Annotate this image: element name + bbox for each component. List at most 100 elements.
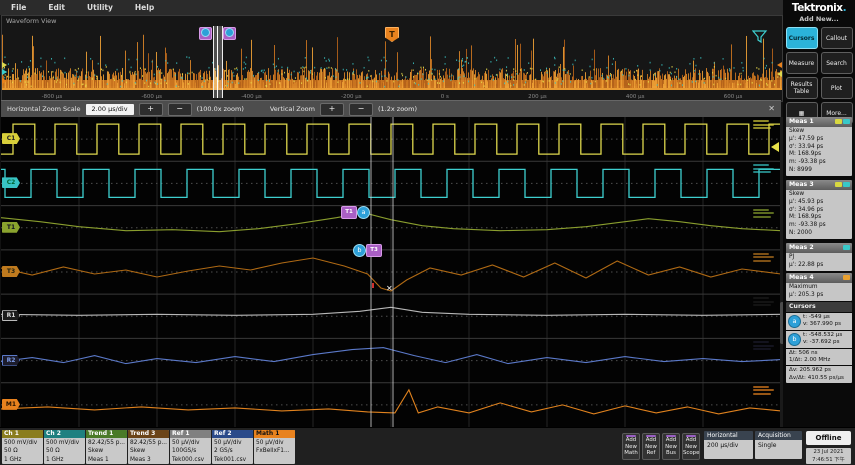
add-results-table-button[interactable]: Results Table (785, 77, 818, 99)
menu-help[interactable]: Help (124, 3, 165, 12)
channel-badge-ref2[interactable]: Ref 2 50 µV/div 2 GS/s Tek001.csv (212, 430, 253, 464)
scale-readout-3 (753, 208, 777, 220)
menu-utility[interactable]: Utility (76, 3, 124, 12)
crosshair-marker-icon: ✕ (386, 284, 393, 293)
h-zoom-readout: (100.0x zoom) (196, 105, 244, 113)
math1-badge-title: Math 1 (254, 430, 295, 438)
trace-badge-r2[interactable]: R2 (2, 354, 20, 366)
add-cursors-button[interactable]: Cursors (785, 27, 818, 49)
logo-accent: . (842, 2, 847, 14)
v-zoom-out-button[interactable]: − (349, 102, 373, 116)
trace-badge-c1[interactable]: C1 (2, 133, 20, 145)
offline-button[interactable]: Offline (806, 431, 851, 445)
add-callout-button[interactable]: Callout (820, 27, 853, 49)
acquisition-panel[interactable]: Acquisition Single (755, 431, 802, 459)
overview-right-marker-2 (777, 71, 782, 77)
meas3-source-chips (835, 182, 850, 187)
add-search-button[interactable]: Search (820, 52, 853, 74)
cursor-a-knob[interactable]: a (357, 206, 370, 219)
add-new-ref-button[interactable]: Add New Ref (642, 433, 660, 460)
trend3-badge-title: Trend 3 (128, 430, 169, 438)
meas4-readouts: Maximum µ': 205.3 ps (786, 283, 852, 301)
horizontal-panel-value: 200 µs/div (704, 440, 753, 459)
add-new-bus-button[interactable]: Add New Bus (662, 433, 680, 460)
scale-readout-5 (753, 297, 777, 308)
trend3-badge-info: 82.42/55 p... Skew Meas 3 (130, 440, 167, 463)
cursor-delta-t-readout: Δt: 506 ns 1/Δt: 2.00 MHz (786, 348, 852, 366)
trace-badge-m1[interactable]: M1 (2, 398, 20, 410)
horizontal-zoom-scale-input[interactable]: 2.00 µs/div (85, 103, 134, 115)
cursor-t3-tag[interactable]: T3 (366, 244, 382, 257)
meas1-readouts: Skew µ': 47.59 ps σ': 33.94 ps M: 168.9ps m:… (786, 127, 852, 176)
cursors-results-panel[interactable]: Cursors a t: -549 µs v: 367.990 ps b t: -… (786, 302, 852, 384)
meas3-title: Meas 3 (786, 180, 852, 190)
trace-badge-t1[interactable]: T1 (2, 221, 20, 233)
trigger-level-arrow-icon[interactable] (771, 142, 779, 152)
datetime-display: 23 Jul 2021 7:46:51 下午 (806, 448, 851, 464)
trace-badge-r1[interactable]: R1 (2, 310, 20, 322)
overview-title: Waveform View (6, 17, 57, 25)
trace-badge-c2[interactable]: C2 (2, 177, 20, 189)
horizontal-zoom-scale-label: Horizontal Zoom Scale (7, 105, 81, 113)
add-plot-button[interactable]: Plot (820, 77, 853, 99)
zoom-toolbar: Horizontal Zoom Scale 2.00 µs/div + − (1… (1, 100, 781, 117)
meas1-badge[interactable]: Meas 1 Skew µ': 47.59 ps σ': 33.94 ps M: 16… (786, 117, 852, 176)
h-zoom-out-button[interactable]: − (167, 102, 192, 116)
overview-cursor-b-handle[interactable] (223, 27, 236, 40)
meas4-badge[interactable]: Meas 4 Maximum µ': 205.3 ps (786, 273, 852, 301)
channel-badge-ch1[interactable]: Ch 1 500 mV/div 50 Ω1 GHz (2, 430, 43, 464)
cursor-red-tick (372, 283, 374, 288)
cursor-a-readout-row: a t: -549 µs v: 367.990 ps (786, 313, 852, 330)
trend1-badge-info: 82.42/55 p... Skew Meas 1 (88, 440, 125, 463)
cursor-a-icon: a (788, 314, 801, 328)
menu-edit[interactable]: Edit (37, 3, 76, 12)
math1-badge-info: 50 µV/div FxBellxF1... (256, 440, 290, 455)
menu-file[interactable]: File (0, 3, 37, 12)
meas1-title: Meas 1 (786, 117, 852, 127)
overview-zoom-region[interactable] (213, 26, 223, 98)
v-zoom-in-button[interactable]: + (320, 102, 344, 116)
add-new-scope-button[interactable]: Add New Scope (682, 433, 700, 460)
acquisition-panel-value: Single (755, 440, 802, 459)
meas3-badge[interactable]: Meas 3 Skew µ': 45.93 ps σ': 34.96 ps M: 16… (786, 180, 852, 239)
channel-badge-trend1[interactable]: Trend 1 82.42/55 p... Skew Meas 1 (86, 430, 127, 464)
ch2-badge-title: Ch 2 (44, 430, 85, 438)
meas2-source-chips (843, 245, 850, 250)
cursor-a-dot-icon (201, 28, 210, 37)
menu-bar: File Edit Utility Help (0, 0, 783, 16)
waveform-canvas (0, 117, 855, 427)
add-new-grid: Cursors Callout Measure Search Results T… (783, 27, 855, 124)
cursor-b-knob[interactable]: b (353, 244, 366, 257)
zoom-close-icon[interactable]: ✕ (768, 104, 775, 113)
scale-readout-6 (753, 341, 777, 352)
channel-badge-ch2[interactable]: Ch 2 500 mV/div 50 Ω1 GHz (44, 430, 85, 464)
ref1-badge-info: 50 µV/div 100GS/s Tek000.csv (172, 440, 205, 463)
add-new-header: Add New... (799, 15, 839, 23)
ref2-badge-info: 50 µV/div 2 GS/s Tek001.csv (214, 440, 247, 463)
waveform-graticule: C1 C2 T1 T3 R1 R2 M1 T1 a b T3 ✕ (0, 117, 855, 427)
channel-badge-ref1[interactable]: Ref 1 50 µV/div 100GS/s Tek000.csv (170, 430, 211, 464)
horizontal-panel[interactable]: Horizontal 200 µs/div (704, 431, 753, 459)
zoom-funnel-icon[interactable] (752, 30, 768, 44)
horizontal-panel-title: Horizontal (704, 431, 753, 440)
scale-readout-1 (753, 120, 777, 131)
add-new-math-button[interactable]: Add New Math (622, 433, 640, 460)
overview-right-marker-1 (777, 62, 782, 68)
channel-badge-math1[interactable]: Math 1 50 µV/div FxBellxF1... (254, 430, 295, 464)
tektronix-logo: Tektronix. (791, 2, 847, 14)
cursor-t1-tag[interactable]: T1 (341, 206, 357, 219)
ref2-badge-title: Ref 2 (212, 430, 253, 438)
meas1-source-chips (835, 119, 850, 124)
trace-badge-t3[interactable]: T3 (2, 266, 20, 277)
channel-badge-trend3[interactable]: Trend 3 82.42/55 p... Skew Meas 3 (128, 430, 169, 464)
add-measure-button[interactable]: Measure (785, 52, 818, 74)
bottom-bar: Ch 1 500 mV/div 50 Ω1 GHz Ch 2 500 mV/div… (0, 427, 855, 465)
waveform-overview: Waveform View T -800 µs -600 µs -400 µs -20… (1, 15, 783, 102)
overview-ch2-marker (2, 69, 7, 75)
h-zoom-in-button[interactable]: + (138, 102, 163, 116)
cursor-delta-v-readout: Δv: 205.962 ps Δv/Δt: 410.55 ps/µs (786, 366, 852, 384)
meas2-badge[interactable]: Meas 2 PJ µ': 22.88 ps (786, 243, 852, 271)
ch1-badge-info: 500 mV/div 50 Ω1 GHz (4, 440, 38, 463)
overview-cursor-a-handle[interactable] (199, 27, 212, 40)
overview-ch1-marker (2, 62, 7, 68)
